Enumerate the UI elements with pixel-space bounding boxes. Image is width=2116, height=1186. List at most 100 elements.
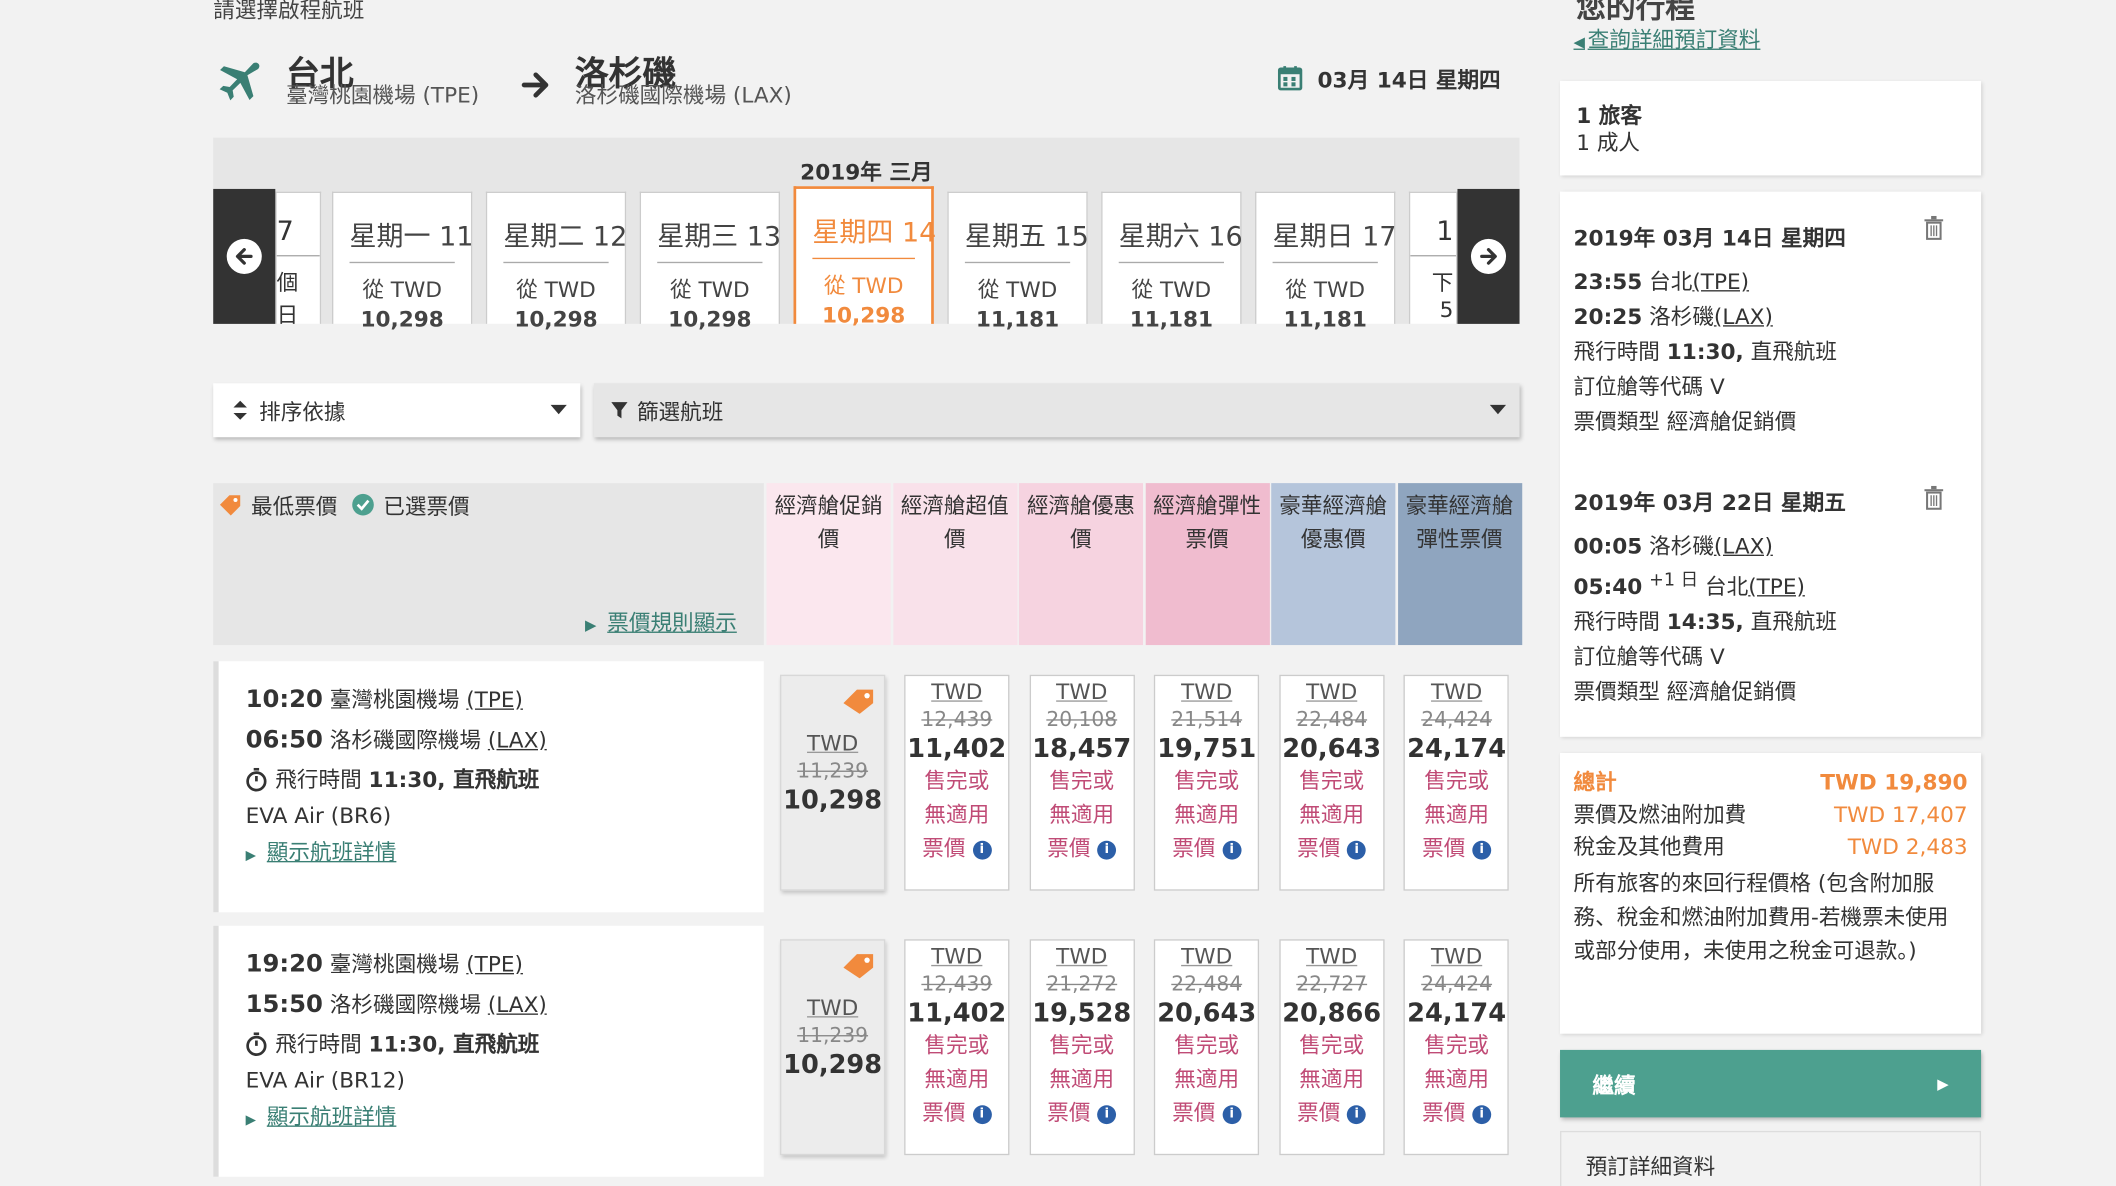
booking-details-link[interactable]: ◀ 查詢詳細預訂資料 [1574, 22, 1761, 54]
sold-out-text: 無適用 [1299, 1066, 1365, 1092]
arrow-left-icon [226, 238, 262, 274]
dep-time: 10:20 [245, 685, 323, 714]
inbound-fare-label: 票價類型 [1573, 679, 1660, 705]
flight-details-text: 顯示航班詳情 [266, 839, 397, 866]
flight-info: 19:20 臺灣桃園機場 (TPE) 15:50 洛杉磯國際機場 (LAX) 飛行時… [213, 925, 764, 1177]
outbound-duration-label: 飛行時間 [1573, 338, 1660, 365]
sold-out-text: 無適用 [1049, 1066, 1115, 1092]
trash-icon[interactable] [1924, 485, 1944, 510]
route-header: 台北 臺灣桃園機場 (TPE) 洛杉磯 洛杉磯國際機場 (LAX) 03月 14… [213, 54, 1519, 135]
info-icon[interactable]: i [972, 840, 992, 859]
day-card-partial-left[interactable]: 7 個 日 [275, 191, 322, 324]
sold-out-text: 票價 [922, 835, 966, 861]
sold-out-text: 售完或 [1174, 1032, 1240, 1059]
fare-card-unavailable[interactable]: TWD 24,424 24,174 售完或 無適用 票價 i [1404, 674, 1510, 891]
arrow-right-icon [521, 72, 549, 98]
continue-button[interactable]: 繼續 ▶ [1560, 1049, 1982, 1118]
inbound-duration: 14:35, [1666, 609, 1744, 635]
fare-card-unavailable[interactable]: TWD 22,727 20,866 售完或 無適用 票價 i [1279, 939, 1385, 1156]
day-card-17[interactable]: 星期日 17 從 TWD 11,181 [1255, 191, 1396, 332]
sort-dropdown[interactable]: 排序依據 [213, 383, 581, 438]
partial-right-from: 下 [1431, 269, 1454, 296]
stopwatch-icon [246, 1032, 267, 1056]
info-icon[interactable]: i [972, 1104, 992, 1124]
outbound-dep-city: 台北 [1649, 268, 1693, 295]
inbound-arr-code: (TPE) [1748, 573, 1805, 600]
info-icon[interactable]: i [1472, 1104, 1492, 1124]
destination: 洛杉磯 洛杉磯國際機場 (LAX) [575, 54, 792, 108]
sold-out-text: 票價 [1422, 1099, 1466, 1126]
day-card-13[interactable]: 星期三 13 從 TWD 10,298 [639, 191, 781, 332]
day-card-15[interactable]: 星期五 15 從 TWD 11,181 [947, 191, 1089, 332]
info-icon[interactable]: i [1097, 840, 1117, 859]
sold-out-text: 票價 [1297, 835, 1341, 861]
caret-right-icon: ▶ [245, 1113, 257, 1129]
carousel-prev-button[interactable] [213, 188, 276, 324]
fare-old-price: 21,272 [1046, 971, 1118, 996]
fare-column-header: 經濟艙超值價 [892, 483, 1017, 646]
duration-line: 飛行時間 11:30, 直飛航班 [246, 761, 764, 799]
inbound-duration-label: 飛行時間 [1573, 609, 1660, 635]
day-price: 11,181 [1129, 306, 1214, 332]
day-name: 星期一 11 [349, 215, 473, 264]
day-card-12[interactable]: 星期二 12 從 TWD 10,298 [485, 191, 627, 332]
filter-dropdown[interactable]: 篩選航班 [593, 383, 1520, 438]
outbound-class: V [1709, 373, 1725, 400]
day-card-14-selected[interactable]: 星期四 14 從 TWD 10,298 [793, 186, 936, 328]
filter-icon [611, 402, 628, 419]
flight-details-link[interactable]: ▶ 顯示航班詳情 [246, 1098, 764, 1140]
day-name: 星期六 16 [1118, 215, 1243, 264]
stopwatch-icon [246, 767, 267, 792]
fare-card-unavailable[interactable]: TWD 22,484 20,643 售完或 無適用 票價 i [1279, 674, 1385, 891]
price-tag-icon [219, 495, 241, 516]
sold-out-text: 無適用 [924, 801, 990, 828]
fare-card-unavailable[interactable]: TWD 22,484 20,643 售完或 無適用 票價 i [1154, 939, 1260, 1156]
day-card-11[interactable]: 星期一 11 從 TWD 10,298 [331, 191, 473, 332]
fare-old-price: 12,439 [921, 971, 993, 996]
duration-line: 飛行時間 11:30, 直飛航班 [246, 1026, 764, 1064]
sold-out-text: 票價 [1172, 835, 1216, 861]
inbound-class: V [1709, 644, 1725, 670]
day-card-16[interactable]: 星期六 16 從 TWD 11,181 [1101, 191, 1243, 332]
day-card-partial-right[interactable]: 1 下 5 [1408, 191, 1458, 324]
day-from: 從 TWD [516, 276, 596, 303]
arr-time: 15:50 [245, 990, 323, 1019]
travel-date: 03月 14日 星期四 [1277, 62, 1501, 94]
fare-card-lowest[interactable]: TWD 11,239 10,298 [780, 939, 886, 1156]
info-icon[interactable]: i [1222, 1104, 1242, 1124]
fare-card-unavailable[interactable]: TWD 20,108 18,457 售完或 無適用 票價 i [1029, 674, 1135, 891]
fare-card-unavailable[interactable]: TWD 21,514 19,751 售完或 無適用 票價 i [1154, 674, 1260, 891]
price-tag-icon [843, 954, 874, 979]
inbound-segment: 2019年 03月 22日 星期五 00:05 洛杉磯(LAX) 05:40 +… [1560, 456, 1981, 726]
fare-old-price: 24,424 [1421, 971, 1493, 996]
fare-price: 20,643 [1157, 998, 1257, 1029]
page-heading: 請選擇啟程航班 [213, 0, 365, 23]
day-name: 星期三 13 [657, 215, 781, 264]
caret-right-icon: ▶ [585, 616, 597, 635]
flight-details-link[interactable]: ▶ 顯示航班詳情 [246, 834, 764, 876]
filter-label: 篩選航班 [636, 399, 724, 426]
info-icon[interactable]: i [1222, 840, 1242, 859]
fare-price: 11,402 [907, 734, 1007, 764]
outbound-arr-time: 20:25 [1573, 303, 1643, 330]
fare-column-header: 豪華經濟艙優惠價 [1271, 483, 1396, 646]
fare-currency: TWD [1306, 943, 1358, 969]
info-icon[interactable]: i [1472, 840, 1492, 859]
fare-card-unavailable[interactable]: TWD 24,424 24,174 售完或 無適用 票價 i [1404, 939, 1510, 1156]
origin: 台北 臺灣桃園機場 (TPE) [286, 54, 479, 108]
outbound-fare: 經濟艙促銷價 [1666, 408, 1797, 435]
fare-card-unavailable[interactable]: TWD 21,272 19,528 售完或 無適用 票價 i [1029, 939, 1135, 1156]
carousel-next-button[interactable] [1457, 188, 1520, 324]
caret-left-icon: ◀ [1573, 33, 1585, 52]
fare-card-unavailable[interactable]: TWD 12,439 11,402 售完或 無適用 票價 i [904, 939, 1010, 1156]
booking-details-panel[interactable]: 預訂詳細資料 [1560, 1130, 1982, 1186]
fare-rules-link[interactable]: ▶ 票價規則顯示 [585, 605, 737, 637]
caret-right-icon: ▶ [1937, 1074, 1949, 1093]
info-icon[interactable]: i [1347, 1104, 1367, 1124]
trash-icon[interactable] [1924, 215, 1944, 240]
carrier: EVA Air (BR12) [245, 1067, 405, 1094]
info-icon[interactable]: i [1097, 1104, 1117, 1124]
fare-card-lowest[interactable]: TWD 11,239 10,298 [780, 674, 886, 891]
info-icon[interactable]: i [1347, 840, 1367, 859]
fare-card-unavailable[interactable]: TWD 12,439 11,402 售完或 無適用 票價 i [904, 674, 1010, 891]
